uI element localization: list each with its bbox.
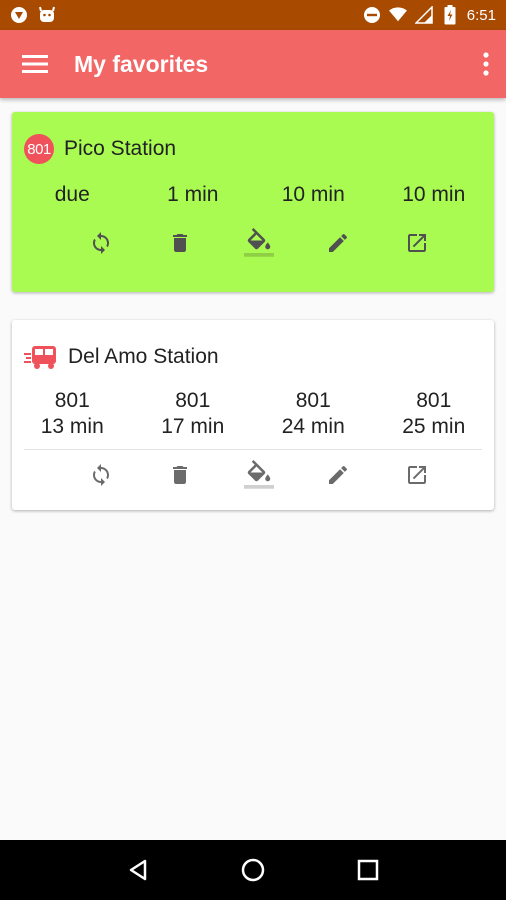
arrival-time: 1 min	[167, 183, 219, 206]
card-header: 801 Pico Station	[24, 134, 176, 164]
arrival-route: 801	[175, 389, 211, 412]
signal-icon	[414, 6, 433, 24]
do-not-disturb-icon	[363, 6, 381, 24]
arrival-time: 24 min	[281, 415, 345, 438]
arrival-route: 801	[54, 389, 90, 412]
page-title: My favorites	[74, 50, 209, 77]
arrival-time: 10 min	[281, 183, 345, 206]
recents-icon[interactable]	[348, 850, 388, 890]
android-notification-icon	[38, 6, 56, 24]
station-name: Del Amo Station	[68, 345, 219, 368]
wifi-icon	[388, 6, 407, 24]
arrival-route: 801	[295, 389, 331, 412]
edit-icon[interactable]	[298, 228, 377, 258]
arrival-time: 13 min	[40, 415, 104, 438]
arrival-time: 17 min	[161, 415, 225, 438]
arrival-item: 801 13 min	[12, 388, 133, 440]
arrival-time: 10 min	[402, 183, 466, 206]
battery-charging-icon	[441, 5, 459, 25]
favorite-card-pico[interactable]: 801 Pico Station due 1 min 10 min 10 min	[12, 112, 494, 292]
card-header: Del Amo Station	[24, 342, 219, 372]
color-fill-icon[interactable]	[219, 460, 298, 490]
favorite-card-del-amo[interactable]: Del Amo Station 801 13 min 801 17 min 80…	[12, 320, 494, 510]
divider	[24, 449, 482, 450]
arrival-time: 25 min	[402, 415, 466, 438]
arrival-time: due	[54, 183, 90, 206]
nav-bar	[0, 840, 506, 900]
open-external-icon[interactable]	[377, 228, 456, 258]
color-fill-icon[interactable]	[219, 228, 298, 258]
arrival-item: 801 25 min	[374, 388, 495, 440]
arrival-item: 801 17 min	[133, 388, 254, 440]
refresh-icon[interactable]	[61, 460, 140, 490]
route-badge: 801	[24, 134, 54, 164]
hamburger-menu-icon[interactable]	[22, 54, 48, 74]
status-time: 6:51	[466, 6, 496, 24]
station-name: Pico Station	[64, 137, 177, 160]
edit-icon[interactable]	[298, 460, 377, 490]
delete-icon[interactable]	[140, 460, 219, 490]
app-bar: My favorites	[0, 30, 506, 98]
more-vert-icon[interactable]	[482, 52, 490, 76]
delete-icon[interactable]	[140, 228, 219, 258]
arrival-times: 801 13 min 801 17 min 801 24 min 801 25 …	[12, 388, 494, 440]
shield-notification-icon	[10, 6, 28, 24]
open-external-icon[interactable]	[377, 460, 456, 490]
arrival-item: 801 24 min	[253, 388, 374, 440]
card-actions	[12, 228, 494, 258]
arrival-times: due 1 min 10 min 10 min	[12, 182, 494, 208]
bus-icon	[24, 342, 58, 372]
arrival-route: 801	[416, 389, 452, 412]
back-icon[interactable]	[118, 850, 158, 890]
refresh-icon[interactable]	[61, 228, 140, 258]
home-icon[interactable]	[233, 850, 273, 890]
card-actions	[12, 460, 494, 490]
status-bar: 6:51	[0, 0, 506, 30]
